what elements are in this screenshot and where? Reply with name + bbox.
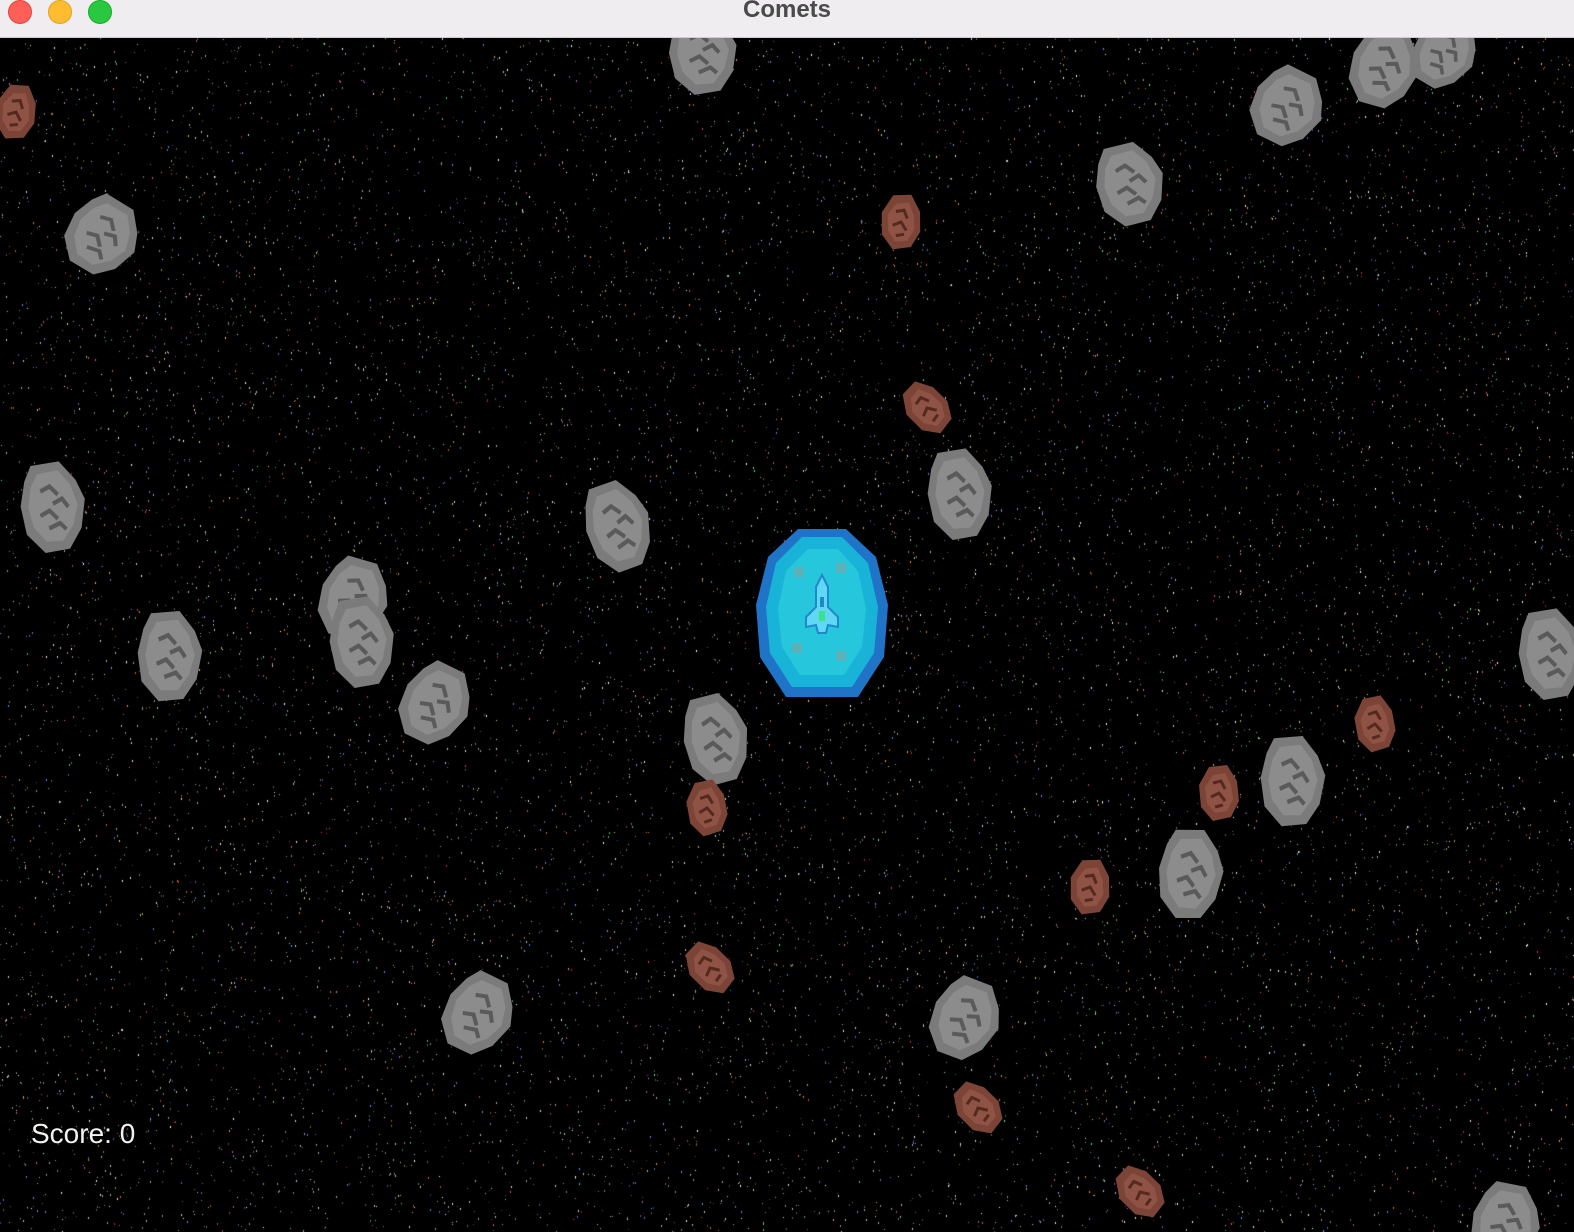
- game-canvas[interactable]: Score: 0: [0, 38, 1574, 1232]
- player-ship: [756, 529, 888, 697]
- score-label: Score: 0: [31, 1118, 136, 1149]
- title-bar[interactable]: Comets: [0, 0, 1574, 38]
- window-title: Comets: [742, 0, 832, 23]
- game-window: Comets Score: 0: [0, 0, 1574, 1232]
